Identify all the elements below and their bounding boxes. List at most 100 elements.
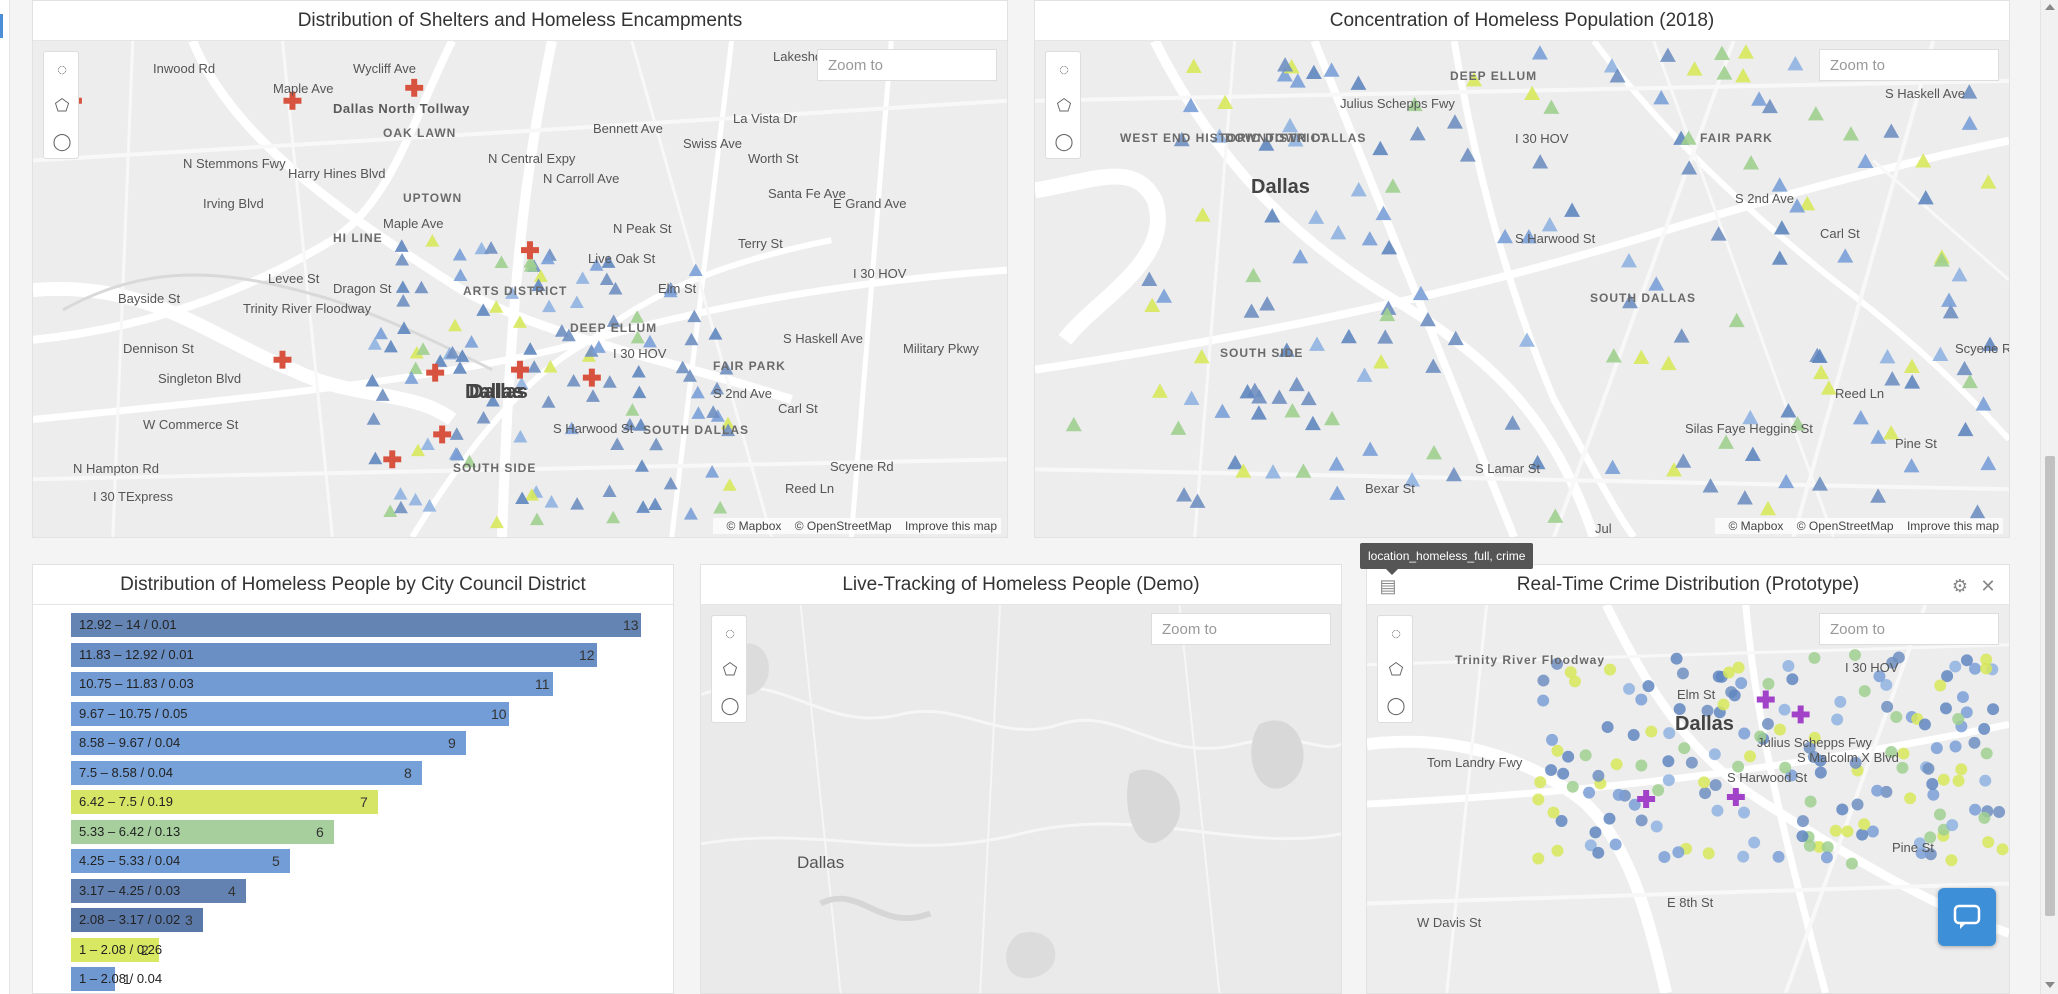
dot-marker[interactable] <box>1980 747 1993 760</box>
dot-marker[interactable] <box>1969 803 1982 816</box>
triangle-marker[interactable] <box>1375 205 1392 221</box>
triangle-marker[interactable] <box>396 294 411 307</box>
triangle-marker[interactable] <box>1362 441 1379 456</box>
dot-marker[interactable] <box>1547 806 1560 819</box>
improve-map-link[interactable]: Improve this map <box>905 519 997 533</box>
dot-marker[interactable] <box>1871 784 1884 797</box>
triangle-marker[interactable] <box>1780 403 1797 418</box>
dot-marker[interactable] <box>1933 808 1946 821</box>
triangle-marker[interactable] <box>1773 220 1790 235</box>
triangle-marker[interactable] <box>602 484 617 497</box>
dot-marker[interactable] <box>1537 674 1550 687</box>
dot-marker[interactable] <box>1748 836 1761 849</box>
triangle-marker[interactable] <box>452 247 467 261</box>
dot-marker[interactable] <box>1709 779 1722 792</box>
cross-marker[interactable] <box>1756 690 1775 709</box>
dot-marker[interactable] <box>1952 774 1965 787</box>
triangle-marker[interactable] <box>1778 473 1795 489</box>
dot-marker[interactable] <box>1579 749 1592 762</box>
triangle-marker[interactable] <box>1957 421 1974 437</box>
scroll-thumb[interactable] <box>2045 456 2055 916</box>
triangle-marker[interactable] <box>1183 390 1200 405</box>
triangle-marker[interactable] <box>530 512 544 526</box>
lasso-select-icon[interactable]: ◯ <box>1046 124 1082 160</box>
triangle-marker[interactable] <box>523 342 538 355</box>
shelters-map[interactable]: ◌ ⬠ ◯ © Mapbox © OpenStreetMap Improve t… <box>33 41 1007 537</box>
dot-marker[interactable] <box>1939 702 1952 715</box>
triangle-marker[interactable] <box>602 375 617 388</box>
triangle-marker[interactable] <box>691 406 706 419</box>
triangle-marker[interactable] <box>1728 312 1745 328</box>
triangle-marker[interactable] <box>1969 504 1986 519</box>
bar-row[interactable]: 12.92 – 14 / 0.01 13 <box>71 613 671 637</box>
triangle-marker[interactable] <box>1904 374 1921 389</box>
dot-marker[interactable] <box>1960 654 1973 667</box>
dot-marker[interactable] <box>1627 729 1640 741</box>
bar-row[interactable]: 8.58 – 9.67 / 0.04 9 <box>71 731 496 755</box>
triangle-marker[interactable] <box>1300 390 1317 406</box>
dot-marker[interactable] <box>1662 774 1675 787</box>
dot-marker[interactable] <box>1735 677 1748 690</box>
mapbox-link[interactable]: © Mapbox <box>727 519 782 533</box>
dot-marker[interactable] <box>1645 725 1658 738</box>
triangle-marker[interactable] <box>722 478 737 491</box>
triangle-marker[interactable] <box>1447 330 1464 346</box>
triangle-marker[interactable] <box>1288 376 1305 392</box>
triangle-marker[interactable] <box>1956 360 1973 376</box>
dot-marker[interactable] <box>1968 736 1981 749</box>
triangle-marker[interactable] <box>1961 373 1978 389</box>
dot-marker[interactable] <box>1676 667 1689 680</box>
triangle-marker[interactable] <box>373 326 388 340</box>
triangle-marker[interactable] <box>634 459 649 472</box>
triangle-marker[interactable] <box>476 411 491 424</box>
triangle-marker[interactable] <box>1308 336 1325 351</box>
triangle-marker[interactable] <box>1284 403 1301 418</box>
triangle-marker[interactable] <box>1518 332 1535 347</box>
triangle-marker[interactable] <box>1329 485 1346 500</box>
triangle-marker[interactable] <box>591 340 606 353</box>
triangle-marker[interactable] <box>1564 202 1581 217</box>
triangle-marker[interactable] <box>1426 445 1442 460</box>
triangle-marker[interactable] <box>1170 420 1187 435</box>
dot-marker[interactable] <box>1557 767 1570 780</box>
dot-marker[interactable] <box>1652 784 1665 797</box>
osm-link[interactable]: © OpenStreetMap <box>1797 519 1894 533</box>
dot-marker[interactable] <box>1814 766 1827 779</box>
dot-marker[interactable] <box>1949 660 1962 673</box>
triangle-marker[interactable] <box>1811 476 1828 491</box>
triangle-marker[interactable] <box>1883 123 1900 138</box>
triangle-marker[interactable] <box>489 300 504 313</box>
triangle-marker[interactable] <box>1292 249 1309 264</box>
triangle-marker[interactable] <box>1620 253 1637 268</box>
triangle-marker[interactable] <box>610 437 625 451</box>
dot-marker[interactable] <box>1834 695 1847 708</box>
triangle-marker[interactable] <box>383 339 398 353</box>
dot-marker[interactable] <box>1609 838 1622 851</box>
triangle-marker[interactable] <box>625 403 640 416</box>
dot-marker[interactable] <box>1658 851 1671 863</box>
triangle-marker[interactable] <box>422 499 437 512</box>
dot-marker[interactable] <box>1566 780 1579 793</box>
triangle-marker[interactable] <box>1324 410 1341 426</box>
triangle-marker[interactable] <box>365 373 380 387</box>
triangle-marker[interactable] <box>1951 267 1968 282</box>
dot-marker[interactable] <box>1937 773 1950 786</box>
triangle-marker[interactable] <box>452 361 467 374</box>
dot-marker[interactable] <box>1711 804 1724 817</box>
cross-marker[interactable] <box>582 368 601 387</box>
dot-marker[interactable] <box>1782 660 1795 672</box>
dot-marker[interactable] <box>1562 750 1575 763</box>
triangle-marker[interactable] <box>632 385 647 399</box>
triangle-marker[interactable] <box>395 252 410 266</box>
dot-marker[interactable] <box>1702 847 1715 860</box>
cross-marker[interactable] <box>511 360 529 379</box>
dot-marker[interactable] <box>1803 839 1816 852</box>
dot-marker[interactable] <box>1592 846 1605 859</box>
dot-marker[interactable] <box>1821 841 1834 854</box>
cross-marker[interactable] <box>1791 705 1810 724</box>
triangle-marker[interactable] <box>1702 478 1719 493</box>
dot-marker[interactable] <box>1820 851 1833 864</box>
dot-marker[interactable] <box>1881 700 1894 713</box>
dot-marker[interactable] <box>1744 750 1757 763</box>
lasso-select-icon[interactable]: ◯ <box>1378 688 1414 724</box>
